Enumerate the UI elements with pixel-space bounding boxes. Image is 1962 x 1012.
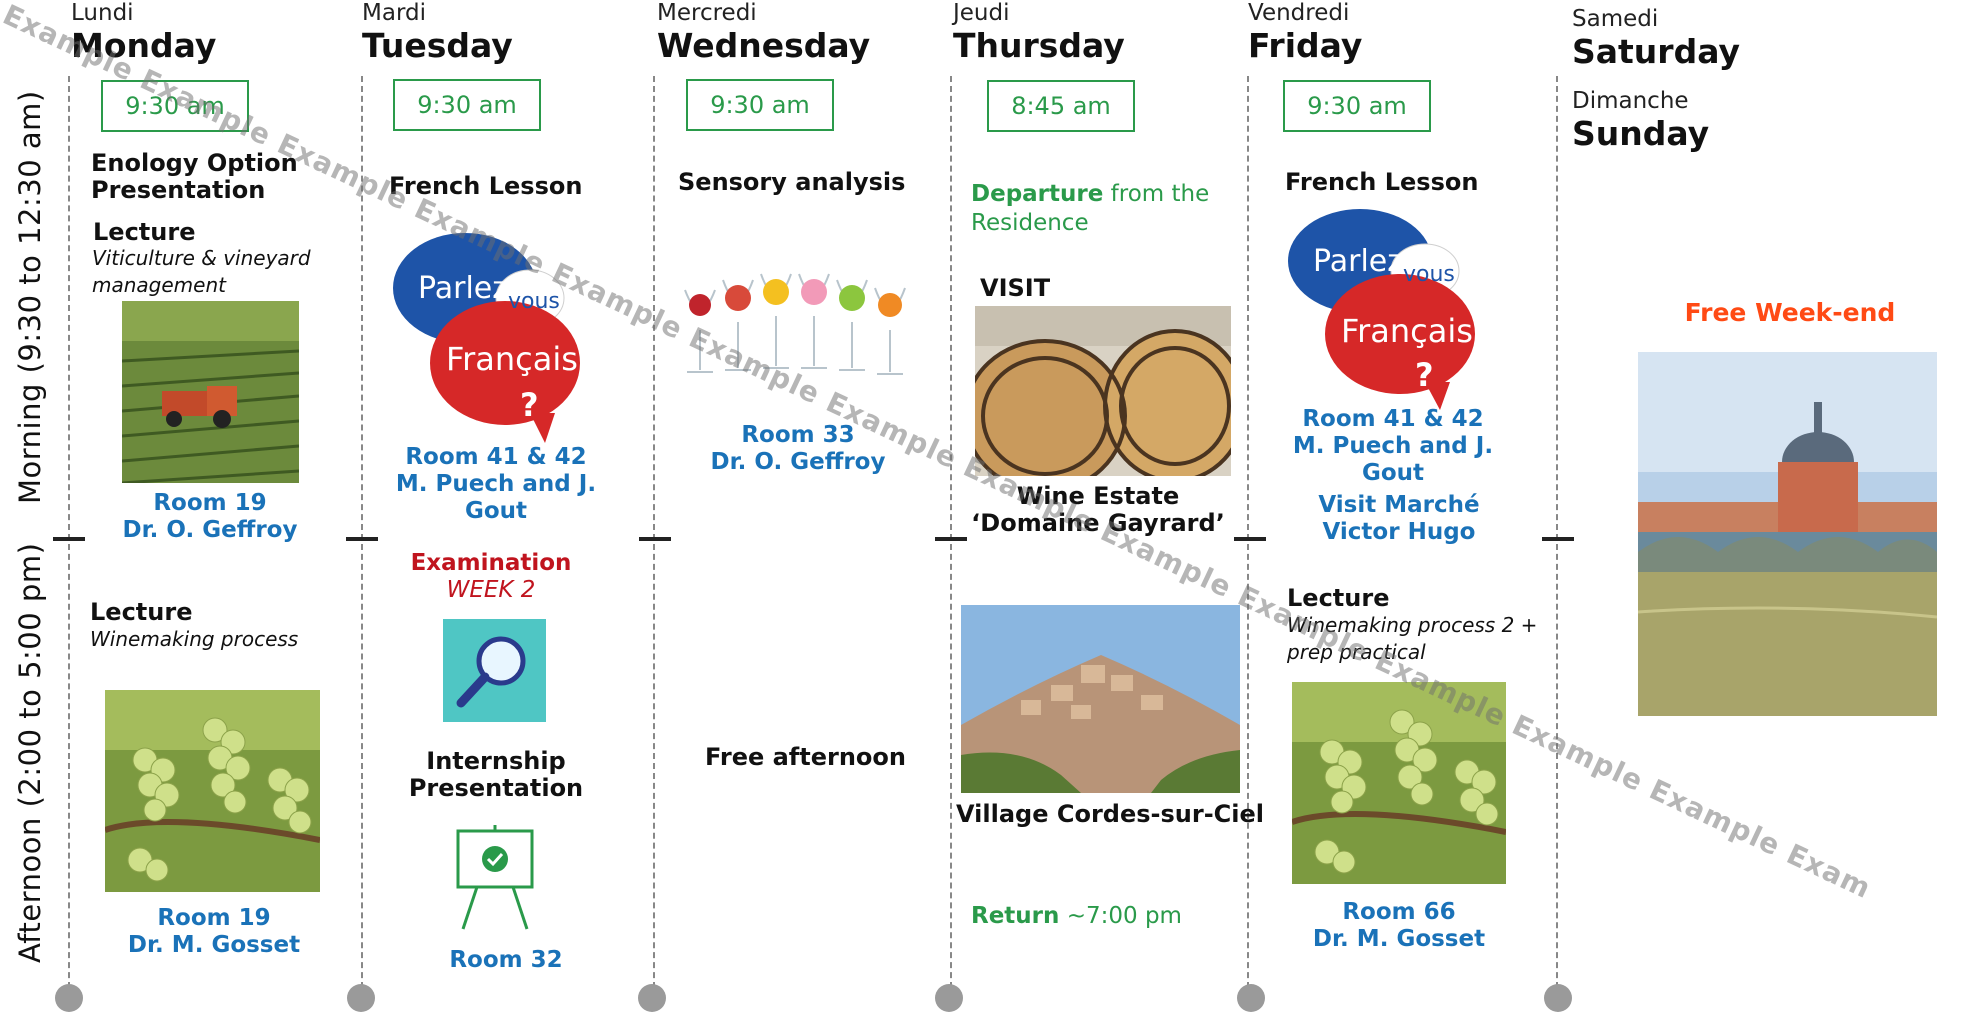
wine-barrels-photo bbox=[975, 306, 1231, 476]
midday-tick bbox=[1542, 537, 1574, 541]
tuesday-exam-label: Examination bbox=[410, 550, 572, 576]
friday-pm-room: Room 66 Dr. M. Gosset bbox=[1312, 899, 1486, 952]
saturday-fr: Samedi bbox=[1572, 6, 1659, 32]
weekend-title: Free Week-end bbox=[1684, 298, 1896, 327]
logo-text-vous: vous bbox=[1403, 262, 1455, 287]
logo-text-francais: Français bbox=[446, 340, 578, 378]
friday-title: French Lesson bbox=[1285, 168, 1479, 196]
thursday-village: Village Cordes-sur-Ciel bbox=[956, 800, 1264, 828]
tuesday-time: 9:30 am bbox=[393, 79, 541, 131]
monday-pm-lecture-topic: Winemaking process bbox=[90, 627, 299, 651]
monday-title: Enology Option Presentation bbox=[91, 149, 298, 204]
tuesday-am-room: Room 41 & 42 M. Puech and J. Gout bbox=[395, 444, 597, 524]
logo-text-parlez: Parlez- bbox=[1313, 244, 1414, 279]
parlez-vous-francais-logo-friday: Parlez- vous Français ? bbox=[1275, 196, 1512, 418]
monday-pm-lecture-label: Lecture bbox=[90, 598, 193, 626]
monday-am-room: Room 19 Dr. O. Geffroy bbox=[122, 490, 298, 543]
magnifier-icon bbox=[443, 619, 546, 722]
timeline-end-dot bbox=[935, 984, 963, 1012]
monday-lecture-topic: Viticulture & vineyard management bbox=[92, 246, 311, 297]
sunday-fr: Dimanche bbox=[1572, 88, 1689, 114]
presentation-board-icon bbox=[455, 825, 535, 930]
grapes-photo bbox=[105, 690, 320, 892]
tuesday-internship: Internship Presentation bbox=[408, 747, 584, 802]
thursday-return: Return ~7:00 pm bbox=[971, 903, 1182, 929]
timeline-end-dot bbox=[55, 984, 83, 1012]
tuesday-header: Tuesday bbox=[362, 26, 513, 65]
friday-visit: Visit Marché Victor Hugo bbox=[1318, 492, 1480, 545]
friday-am-room: Room 41 & 42 M. Puech and J. Gout bbox=[1292, 406, 1494, 486]
logo-text-vous: vous bbox=[508, 289, 560, 314]
friday-fr: Vendredi bbox=[1248, 0, 1350, 26]
wednesday-fr: Mercredi bbox=[657, 0, 757, 26]
thursday-fr: Jeudi bbox=[953, 0, 1010, 26]
wednesday-pm-note: Free afternoon bbox=[705, 743, 906, 771]
tuesday-fr: Mardi bbox=[362, 0, 426, 26]
tuesday-pm-room: Room 32 bbox=[449, 947, 563, 973]
thursday-time: 8:45 am bbox=[987, 80, 1135, 132]
wednesday-time: 9:30 am bbox=[686, 79, 834, 131]
logo-text-francais: Français bbox=[1341, 312, 1473, 350]
timeline-end-dot bbox=[638, 984, 666, 1012]
monday-lecture-label: Lecture bbox=[93, 218, 196, 246]
cordes-sur-ciel-photo bbox=[961, 605, 1240, 793]
timeline-end-dot bbox=[1237, 984, 1265, 1012]
midday-tick bbox=[639, 537, 671, 541]
saturday-header: Saturday bbox=[1572, 32, 1740, 71]
timeline-end-dot bbox=[1544, 984, 1572, 1012]
tuesday-exam-week: WEEK 2 bbox=[446, 577, 536, 603]
monday-fr: Lundi bbox=[71, 0, 134, 26]
midday-tick bbox=[53, 537, 85, 541]
thursday-header: Thursday bbox=[953, 26, 1125, 65]
sunday-header: Sunday bbox=[1572, 114, 1710, 153]
logo-text-parlez: Parlez- bbox=[418, 271, 519, 306]
logo-text-question: ? bbox=[1415, 356, 1434, 394]
vineyard-tractor-photo bbox=[122, 301, 299, 483]
wednesday-header: Wednesday bbox=[657, 26, 871, 65]
thursday-departure: Departure from the Residence bbox=[971, 181, 1210, 236]
morning-label: Morning (9:30 to 12:30 am) bbox=[13, 90, 47, 504]
monday-pm-room: Room 19 Dr. M. Gosset bbox=[127, 905, 301, 958]
midday-tick bbox=[1234, 537, 1266, 541]
midday-tick bbox=[346, 537, 378, 541]
timeline-end-dot bbox=[347, 984, 375, 1012]
friday-header: Friday bbox=[1248, 26, 1363, 65]
midday-tick bbox=[935, 537, 967, 541]
afternoon-label: Afternoon (2:00 to 5:00 pm) bbox=[13, 542, 47, 963]
toulouse-bridge-photo bbox=[1638, 352, 1937, 716]
friday-time: 9:30 am bbox=[1283, 80, 1431, 132]
thursday-visit-label: VISIT bbox=[980, 274, 1051, 302]
logo-text-question: ? bbox=[520, 386, 539, 424]
wednesday-title: Sensory analysis bbox=[678, 168, 906, 196]
